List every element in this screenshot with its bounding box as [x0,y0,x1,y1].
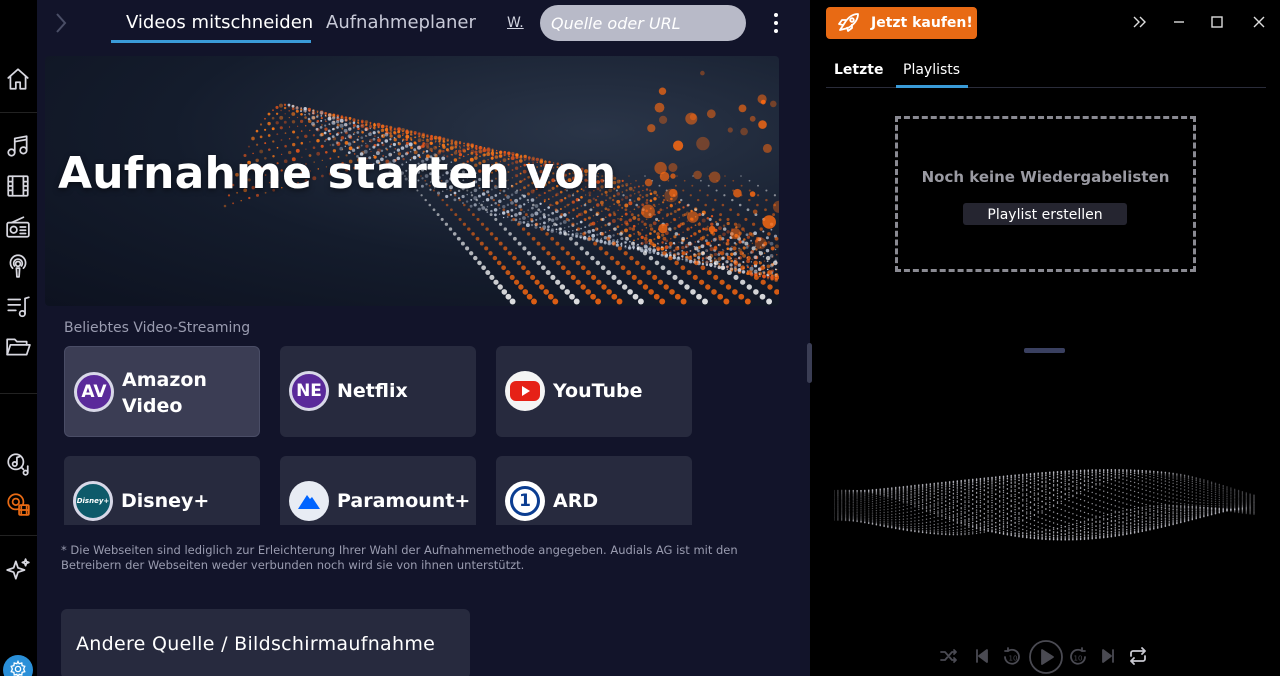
forward-10-icon[interactable]: 10 [1068,647,1088,667]
playlist-drop-zone[interactable]: Noch keine Wiedergabelisten Playlist ers… [895,116,1196,272]
empty-state-title: Noch keine Wiedergabelisten [921,168,1170,186]
ard-logo-text: 1 [519,491,531,511]
left-rail [0,0,37,676]
youtube-logo [505,371,545,411]
shuffle-icon[interactable] [940,648,958,664]
playlist-icon[interactable] [4,292,32,320]
player-controls: 10 10 [940,638,1152,676]
service-card-disney-plus[interactable]: Disney+ Disney+ [64,456,260,525]
skip-forward-icon[interactable] [1100,648,1116,664]
wave-visualization [834,469,1255,541]
rail-divider [0,112,37,113]
streaming-services-grid: AV Amazon Video NE Netflix YouTube Disne… [64,346,704,525]
amazon-video-logo-text: AV [81,382,107,402]
hero-title: Aufnahme starten von [58,148,617,199]
section-label: Beliebtes Video-Streaming [64,320,251,336]
more-options-button[interactable] [766,10,786,36]
maximize-icon[interactable] [1207,12,1227,32]
video-record-icon[interactable] [4,490,32,518]
skip-back-icon[interactable] [974,648,990,664]
create-playlist-button[interactable]: Playlist erstellen [963,203,1127,225]
service-name: Paramount+ [337,490,471,512]
service-name: Disney+ [121,490,210,512]
buy-now-label: Jetzt kaufen! [871,15,973,31]
panel-resize-handle[interactable] [1024,348,1065,353]
amazon-video-logo: AV [74,372,114,412]
music-search-icon[interactable] [4,450,32,478]
service-name: ARD [553,490,599,512]
close-icon[interactable] [1249,12,1269,32]
tab-letzte[interactable]: Letzte [834,62,883,78]
film-icon[interactable] [4,172,32,200]
top-bar: Videos mitschneiden Aufnahmeplaner W. [37,0,810,46]
tab-overflow-link[interactable]: W. [507,15,524,31]
service-name: Netflix [337,380,408,402]
buy-now-button[interactable]: Jetzt kaufen! [826,7,977,39]
sparkle-icon[interactable] [4,556,32,584]
service-card-paramount-plus[interactable]: Paramount+ [280,456,476,525]
music-note-icon[interactable] [4,132,32,160]
folder-icon[interactable] [4,333,32,361]
service-name: Amazon Video [122,369,207,417]
rewind-10-icon[interactable]: 10 [1002,647,1022,667]
minimize-icon[interactable] [1169,12,1189,32]
service-card-netflix[interactable]: NE Netflix [280,346,476,437]
radio-icon[interactable] [4,213,32,241]
ard-logo-ring: 1 [510,486,540,516]
repeat-icon[interactable] [1128,647,1148,665]
other-source-button[interactable]: Andere Quelle / Bildschirmaufnahme [61,609,470,676]
tab-aufnahmeplaner[interactable]: Aufnahmeplaner [326,12,476,33]
podcast-icon[interactable] [4,252,32,280]
rocket-icon [838,13,859,32]
collapse-panel-icon[interactable] [1130,12,1150,32]
disney-plus-logo-text: Disney+ [76,497,110,505]
netflix-logo: NE [289,371,329,411]
hero-banner: Aufnahme starten von [45,56,779,306]
main-panel: Videos mitschneiden Aufnahmeplaner W. Au… [37,0,810,676]
service-card-amazon-video[interactable]: AV Amazon Video [64,346,260,437]
other-source-label: Andere Quelle / Bildschirmaufnahme [76,633,436,655]
netflix-logo-text: NE [296,381,322,401]
settings-icon[interactable] [3,655,33,676]
search-input[interactable] [540,5,746,41]
home-icon[interactable] [4,65,32,93]
forward-button[interactable] [51,10,71,36]
ard-logo: 1 [505,481,545,521]
rail-divider [0,535,37,536]
service-name: YouTube [553,380,643,402]
service-card-youtube[interactable]: YouTube [496,346,692,437]
tab-divider [826,87,1266,88]
paramount-plus-logo [289,481,329,521]
service-card-ard[interactable]: 1 ARD [496,456,692,525]
tab-videos-mitschneiden[interactable]: Videos mitschneiden [126,12,313,33]
disney-plus-logo: Disney+ [73,481,113,521]
active-tab-indicator [896,85,968,88]
play-icon[interactable] [1028,639,1064,675]
active-tab-indicator [111,40,311,43]
tab-playlists[interactable]: Playlists [903,62,960,78]
rail-divider [0,393,37,394]
right-panel: Jetzt kaufen! Letzte Playlists Noch kein… [812,0,1280,676]
disclaimer-text: * Die Webseiten sind lediglich zur Erlei… [61,543,738,572]
